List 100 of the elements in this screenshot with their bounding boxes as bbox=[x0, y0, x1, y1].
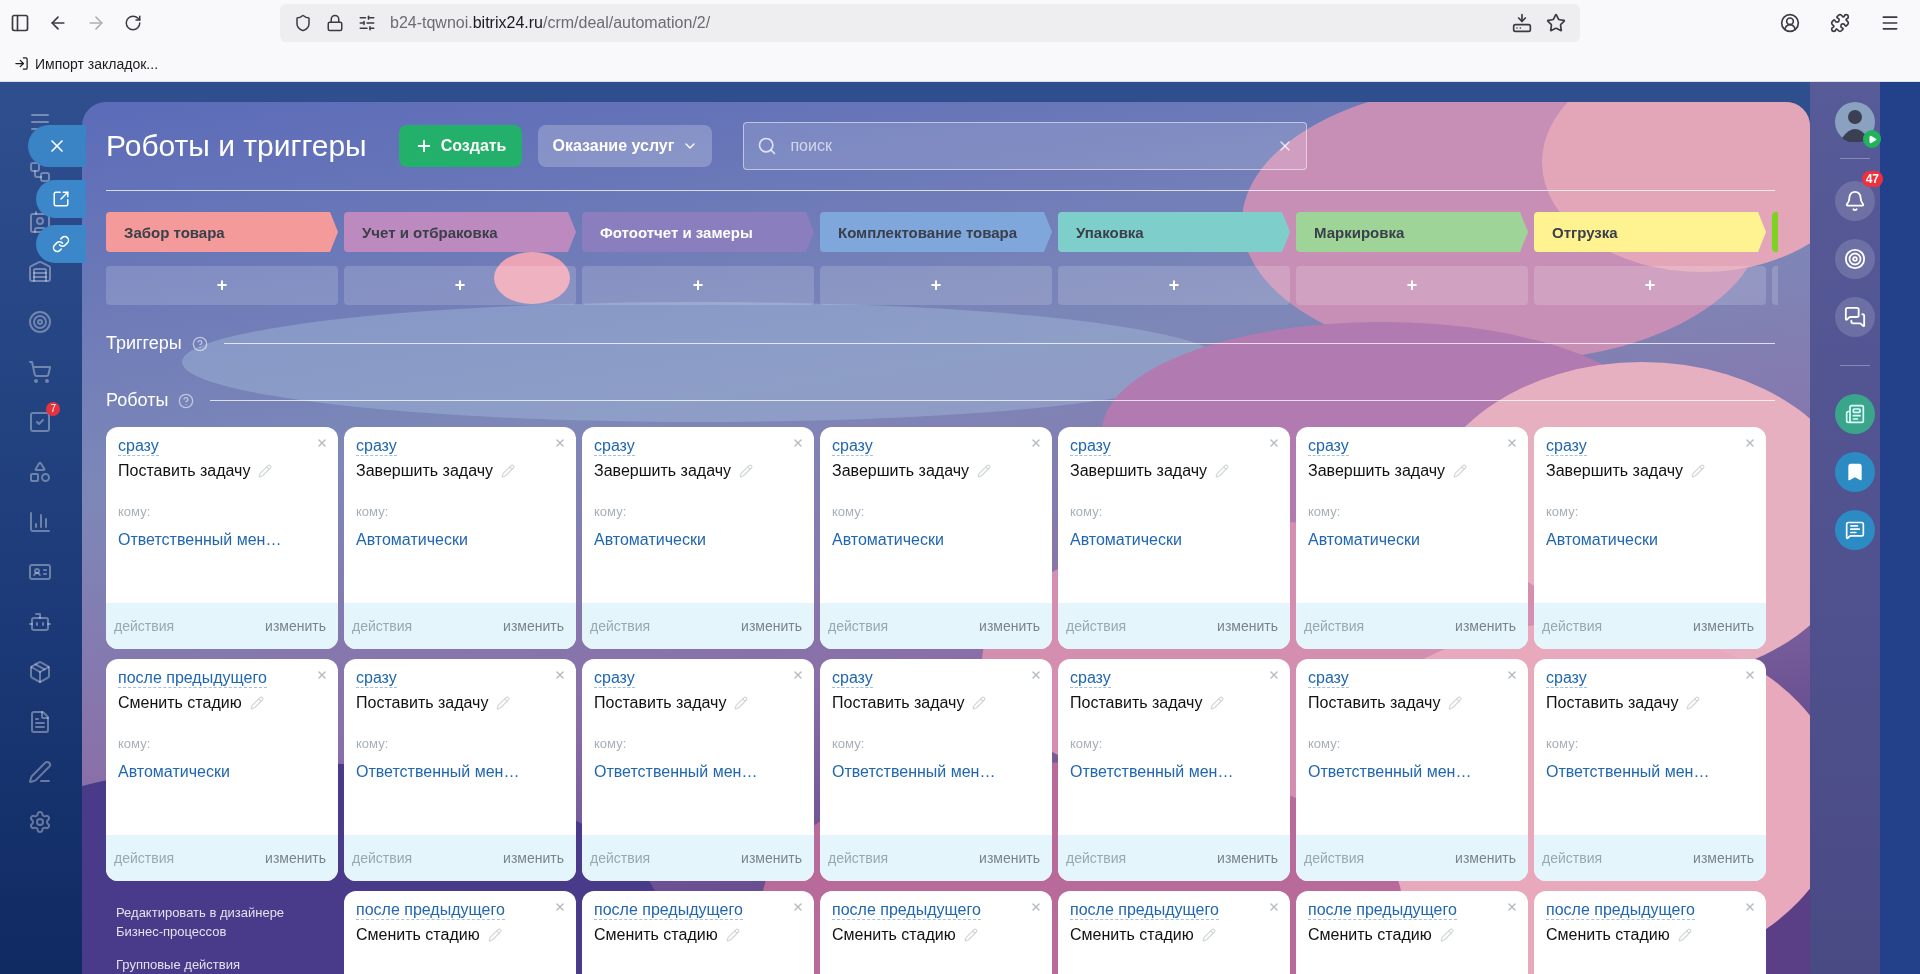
pencil-icon[interactable] bbox=[977, 464, 991, 478]
close-icon[interactable] bbox=[1506, 437, 1518, 449]
edit-link[interactable]: изменить bbox=[503, 850, 564, 866]
close-icon[interactable] bbox=[1268, 901, 1280, 913]
close-icon[interactable] bbox=[792, 901, 804, 913]
delay-link[interactable]: после предыдущего bbox=[118, 669, 267, 688]
pencil-icon[interactable] bbox=[501, 464, 515, 478]
edit-link[interactable]: изменить bbox=[1693, 850, 1754, 866]
cart-icon[interactable] bbox=[28, 360, 52, 384]
close-icon[interactable] bbox=[1744, 437, 1756, 449]
notifications-button[interactable] bbox=[1835, 181, 1875, 221]
chat-exchange-button[interactable] bbox=[1835, 297, 1875, 337]
warehouse-icon[interactable] bbox=[28, 260, 52, 284]
flow-icon[interactable] bbox=[28, 160, 52, 184]
delay-link[interactable]: сразу bbox=[1308, 437, 1349, 456]
pencil-icon[interactable] bbox=[1448, 696, 1463, 710]
delay-link[interactable]: сразу bbox=[118, 437, 159, 456]
pencil-icon[interactable] bbox=[1210, 696, 1225, 710]
pencil-icon[interactable] bbox=[1201, 928, 1216, 942]
delay-link[interactable]: после предыдущего bbox=[594, 901, 743, 920]
settings-icon[interactable] bbox=[28, 810, 52, 834]
pencil-icon[interactable] bbox=[496, 696, 511, 710]
delay-link[interactable]: сразу bbox=[1546, 437, 1587, 456]
target-icon[interactable] bbox=[28, 310, 52, 334]
close-icon[interactable] bbox=[1268, 437, 1280, 449]
assignee-link[interactable]: Автоматически bbox=[1546, 531, 1658, 549]
close-icon[interactable] bbox=[1030, 669, 1042, 681]
assignee-link[interactable]: Автоматически bbox=[118, 763, 230, 781]
delay-link[interactable]: после предыдущего bbox=[356, 901, 505, 920]
import-icon[interactable] bbox=[14, 56, 29, 71]
status-badge[interactable] bbox=[1863, 130, 1881, 148]
account-icon[interactable] bbox=[1780, 13, 1800, 33]
edit-link[interactable]: изменить bbox=[741, 850, 802, 866]
pencil-icon[interactable] bbox=[1453, 464, 1467, 478]
lock-icon[interactable] bbox=[326, 14, 344, 32]
bookmark-button[interactable] bbox=[1835, 452, 1875, 492]
close-icon[interactable] bbox=[554, 437, 566, 449]
close-icon[interactable] bbox=[316, 437, 328, 449]
bookmark-link[interactable]: Импорт закладок... bbox=[35, 55, 159, 72]
open-in-new-button[interactable] bbox=[36, 180, 86, 218]
assignee-link[interactable]: Автоматически bbox=[356, 531, 468, 549]
shapes-icon[interactable] bbox=[28, 460, 52, 484]
delay-link[interactable]: после предыдущего bbox=[1546, 901, 1695, 920]
pencil-icon[interactable] bbox=[963, 928, 978, 942]
edit-link[interactable]: изменить bbox=[265, 618, 326, 634]
delay-link[interactable]: сразу bbox=[832, 437, 873, 456]
news-button[interactable] bbox=[1835, 394, 1875, 434]
assignee-link[interactable]: Автоматически bbox=[594, 531, 706, 549]
edit-link[interactable]: изменить bbox=[265, 850, 326, 866]
help-icon[interactable] bbox=[178, 392, 195, 409]
pencil-icon[interactable] bbox=[725, 928, 740, 942]
close-icon[interactable] bbox=[1506, 669, 1518, 681]
category-dropdown[interactable]: Оказание услуг bbox=[538, 125, 713, 167]
assignee-link[interactable]: Ответственный мен… bbox=[118, 531, 282, 549]
close-icon[interactable] bbox=[792, 669, 804, 681]
assignee-link[interactable]: Автоматически bbox=[1070, 531, 1182, 549]
delay-link[interactable]: после предыдущего bbox=[1308, 901, 1457, 920]
pencil-icon[interactable] bbox=[972, 696, 987, 710]
box-icon[interactable] bbox=[28, 660, 52, 684]
edit-link[interactable]: изменить bbox=[1693, 618, 1754, 634]
shield-icon[interactable] bbox=[294, 14, 312, 32]
close-icon[interactable] bbox=[316, 669, 328, 681]
assignee-link[interactable]: Ответственный мен… bbox=[1308, 763, 1472, 781]
edit-link[interactable]: изменить bbox=[979, 618, 1040, 634]
assignee-link[interactable]: Автоматически bbox=[1308, 531, 1420, 549]
close-icon[interactable] bbox=[1030, 437, 1042, 449]
star-icon[interactable] bbox=[1546, 13, 1566, 33]
search-field[interactable]: поиск bbox=[743, 122, 1308, 170]
delay-link[interactable]: сразу bbox=[594, 669, 635, 688]
close-icon[interactable] bbox=[1744, 901, 1756, 913]
assignee-link[interactable]: Ответственный мен… bbox=[594, 763, 758, 781]
edit-link[interactable]: изменить bbox=[503, 618, 564, 634]
pencil-icon[interactable] bbox=[487, 928, 502, 942]
edit-link[interactable]: изменить bbox=[1455, 850, 1516, 866]
close-icon[interactable] bbox=[792, 437, 804, 449]
close-icon[interactable] bbox=[1268, 669, 1280, 681]
permissions-icon[interactable] bbox=[358, 14, 376, 32]
sidebar-icon[interactable] bbox=[10, 13, 30, 33]
close-icon[interactable] bbox=[1030, 901, 1042, 913]
user-avatar[interactable] bbox=[1835, 102, 1875, 142]
close-icon[interactable] bbox=[1744, 669, 1756, 681]
copy-link-button[interactable] bbox=[36, 225, 86, 263]
close-button[interactable] bbox=[28, 125, 86, 167]
pencil-icon[interactable] bbox=[739, 464, 753, 478]
designer-link[interactable]: Редактировать в дизайнере Бизнес-процессов bbox=[116, 903, 306, 941]
edit-link[interactable]: изменить bbox=[741, 618, 802, 634]
delay-link[interactable]: сразу bbox=[832, 669, 873, 688]
download-icon[interactable] bbox=[1512, 13, 1532, 33]
pencil-icon[interactable] bbox=[1677, 928, 1692, 942]
help-icon[interactable] bbox=[191, 335, 208, 352]
delay-link[interactable]: сразу bbox=[1070, 437, 1111, 456]
pencil-icon[interactable] bbox=[1686, 696, 1701, 710]
edit-link[interactable]: изменить bbox=[979, 850, 1040, 866]
pencil-icon[interactable] bbox=[1691, 464, 1705, 478]
edit-link[interactable]: изменить bbox=[1217, 850, 1278, 866]
delay-link[interactable]: сразу bbox=[356, 437, 397, 456]
assignee-link[interactable]: Ответственный мен… bbox=[1546, 763, 1710, 781]
delay-link[interactable]: сразу bbox=[1546, 669, 1587, 688]
pencil-icon[interactable] bbox=[734, 696, 749, 710]
close-icon[interactable] bbox=[554, 669, 566, 681]
